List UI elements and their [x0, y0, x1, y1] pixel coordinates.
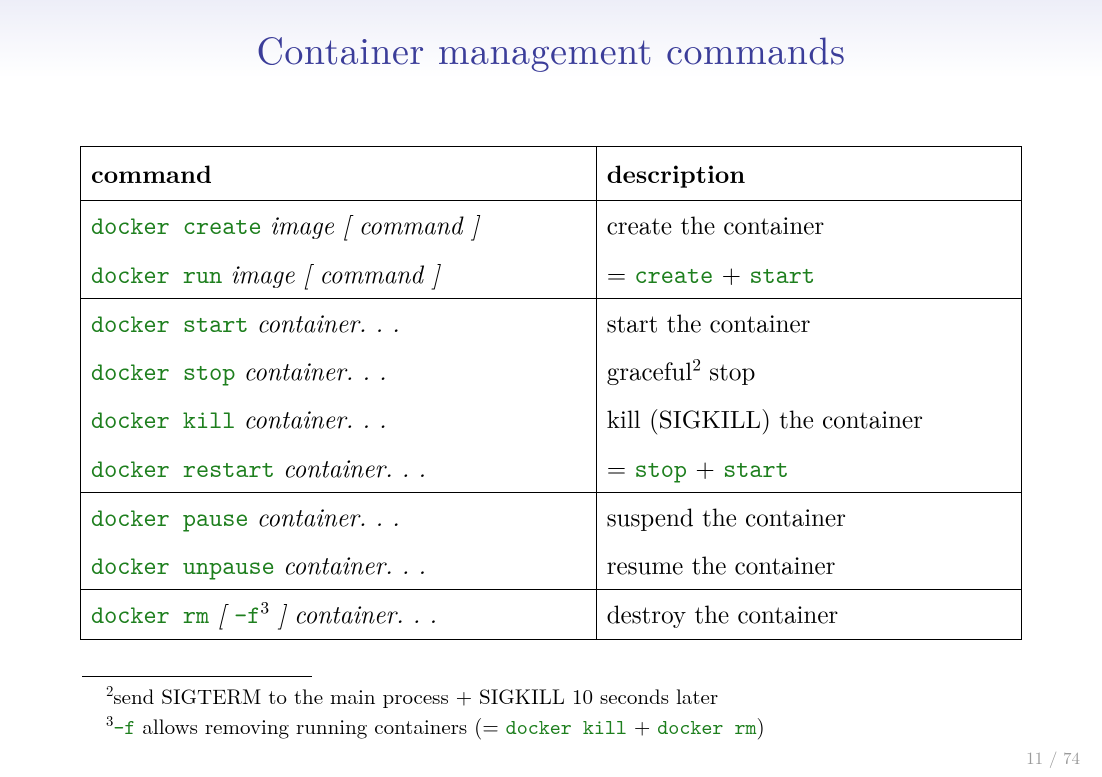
desc-eq: =	[607, 256, 635, 291]
command-cell: docker unpause container. . .	[81, 541, 597, 590]
desc-tt: stop	[634, 452, 687, 485]
command-tail: [ command ]	[342, 207, 479, 242]
description-cell: kill (SIGKILL) the container	[596, 395, 1021, 443]
table-row: docker kill container. . . kill (SIGKILL…	[81, 395, 1022, 443]
table-row: docker rm [ -f3 ] container. . . destroy…	[81, 590, 1022, 639]
description-cell: suspend the container	[596, 492, 1021, 541]
footnote-tt: docker kill	[506, 713, 627, 741]
table-row: docker stop container. . . graceful2 sto…	[81, 347, 1022, 395]
command-cell: docker restart container. . .	[81, 444, 597, 493]
footnote-tt: -f	[113, 713, 135, 741]
command-cell: docker create image [ command ]	[81, 201, 597, 250]
command-tt: docker rm	[91, 598, 209, 631]
command-arg: container. . .	[244, 401, 387, 436]
command-cell: docker run image [ command ]	[81, 250, 597, 299]
command-arg: container. . .	[283, 450, 426, 485]
description-cell: = create + start	[596, 250, 1021, 299]
table-row: docker create image [ command ] create t…	[81, 201, 1022, 250]
cmd-tail-pre: [	[217, 596, 234, 631]
command-cell: docker pause container. . .	[81, 492, 597, 541]
command-cell: docker stop container. . .	[81, 347, 597, 395]
command-tt: docker run	[91, 258, 222, 291]
command-arg: container. . .	[257, 305, 400, 340]
footnotes: 2send SIGTERM to the main process + SIGK…	[82, 676, 1022, 741]
table-row: docker pause container. . . suspend the …	[81, 492, 1022, 541]
description-cell: graceful2 stop	[596, 347, 1021, 395]
header-description: description	[596, 147, 1021, 201]
command-arg: container. . .	[244, 353, 387, 388]
header-command: command	[81, 147, 597, 201]
command-arg: container. . .	[283, 547, 426, 582]
page-number: 11 / 74	[1026, 745, 1080, 769]
description-cell: destroy the container	[596, 590, 1021, 639]
command-arg: image	[270, 207, 334, 242]
command-tt: docker create	[91, 209, 262, 242]
desc-tt: start	[723, 452, 789, 485]
desc-sup: 2	[692, 352, 701, 377]
table-row: docker start container. . . start the co…	[81, 298, 1022, 347]
command-tt: docker restart	[91, 452, 275, 485]
command-arg: container. . .	[294, 596, 437, 631]
cmd-tail-tt: -f	[234, 598, 260, 631]
table-row: docker unpause container. . . resume the…	[81, 541, 1022, 590]
command-cell: docker rm [ -f3 ] container. . .	[81, 590, 597, 639]
cmd-tail-post: ]	[269, 596, 286, 631]
description-cell: resume the container	[596, 541, 1021, 590]
command-tt: docker start	[91, 307, 249, 340]
footnote-2: 2send SIGTERM to the main process + SIGK…	[82, 681, 1022, 710]
command-tt: docker pause	[91, 501, 249, 534]
description-cell: = stop + start	[596, 444, 1021, 493]
command-arg: container. . .	[257, 499, 400, 534]
table-row: docker restart container. . . = stop + s…	[81, 444, 1022, 493]
desc-eq: =	[607, 450, 635, 485]
command-tt: docker unpause	[91, 549, 275, 582]
command-tail: [ command ]	[303, 256, 440, 291]
command-tt: docker kill	[91, 403, 235, 436]
description-cell: create the container	[596, 201, 1021, 250]
cmd-tail-sup: 3	[260, 595, 269, 620]
footnote-mid: allows removing running containers (=	[135, 711, 505, 741]
desc-tt: create	[634, 258, 713, 291]
command-tt: docker stop	[91, 355, 235, 388]
table-row: docker run image [ command ] = create + …	[81, 250, 1022, 299]
command-table: command description docker create image …	[80, 146, 1022, 640]
desc-plus: +	[713, 256, 749, 291]
table-header-row: command description	[81, 147, 1022, 201]
slide-title: Container management commands	[0, 0, 1102, 76]
footnote-text: send SIGTERM to the main process + SIGKI…	[113, 681, 718, 711]
command-cell: docker start container. . .	[81, 298, 597, 347]
command-table-container: command description docker create image …	[80, 146, 1022, 640]
desc-plus: +	[687, 450, 723, 485]
footnote-tt: docker rm	[657, 713, 756, 741]
footnote-end: )	[757, 711, 765, 741]
desc-pre: graceful	[607, 353, 693, 388]
description-cell: start the container	[596, 298, 1021, 347]
footnote-rule	[82, 676, 312, 677]
command-arg: image	[231, 256, 295, 291]
desc-post: stop	[701, 353, 755, 388]
footnote-plus: +	[627, 711, 657, 741]
command-cell: docker kill container. . .	[81, 395, 597, 443]
desc-tt: start	[749, 258, 815, 291]
footnote-3: 3-f allows removing running containers (…	[82, 711, 1022, 741]
